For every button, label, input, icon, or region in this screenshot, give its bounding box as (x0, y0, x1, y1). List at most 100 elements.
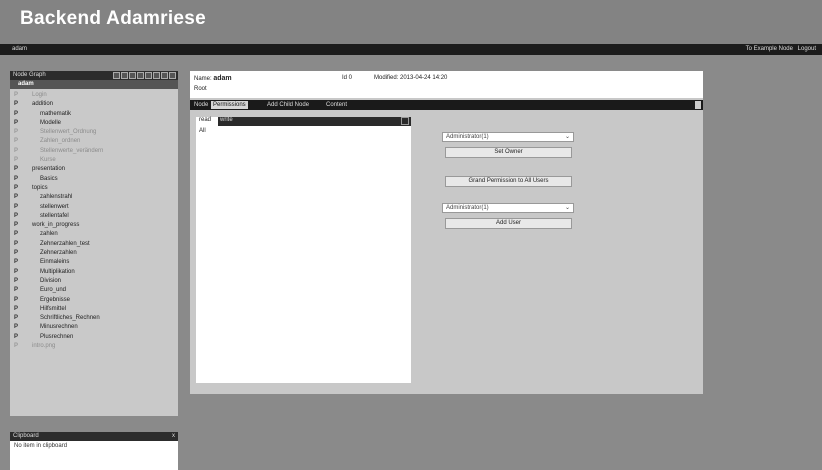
node-page-icon: P (14, 296, 19, 303)
tree-node-label: Minusrechnen (40, 324, 78, 331)
tree-node[interactable]: Pstellenwert (10, 203, 178, 212)
add-user-button[interactable]: Add User (445, 218, 572, 229)
tree-node-label: Zehnerzahlen_test (40, 240, 90, 247)
tree-node-label: Zehnerzahlen (40, 250, 77, 257)
node-page-icon: P (14, 166, 19, 173)
tree-node[interactable]: P Euro_und (10, 286, 178, 295)
tree-node-label: work_in_progress (32, 222, 80, 229)
node-page-icon: P (14, 277, 19, 284)
tree-node-label: Hilfsmittel (40, 305, 67, 312)
tab-menu-icon[interactable] (695, 101, 701, 109)
node-page-icon: P (14, 250, 19, 257)
grant-permission-button[interactable]: Grand Permission to All Users (445, 176, 572, 187)
tree-node[interactable]: Pmathematik (10, 110, 178, 119)
tree-node[interactable]: P Plusrechnen (10, 333, 178, 342)
tree-node-label: Ergebnisse (40, 296, 71, 303)
tree-node-label: intro.png (32, 343, 56, 350)
node-tree: P Login Paddition Pmathematik P Modelle P Stell… (10, 89, 178, 351)
owner-select[interactable]: Administrator(1) ⌄ (442, 132, 574, 142)
tree-tool-icon[interactable] (161, 72, 168, 79)
chevron-down-icon: ⌄ (564, 134, 570, 140)
tree-tool-icon[interactable] (121, 72, 128, 79)
chevron-down-icon: ⌄ (564, 205, 570, 211)
tree-node[interactable]: P Multiplikation (10, 268, 178, 277)
tree-tool-icon[interactable] (113, 72, 120, 79)
node-tabs: Node Permissions Add Child Node Content (190, 100, 703, 110)
tree-node-label: Multiplikation (40, 268, 75, 275)
tree-node-label: Stellenwerte_verändern (40, 147, 104, 154)
to-example-node-link[interactable]: To Example Node (746, 46, 793, 52)
tree-node[interactable]: P Login (10, 91, 178, 100)
tree-node[interactable]: P Hilfsmittel (10, 305, 178, 314)
node-page-icon: P (14, 305, 19, 312)
permissions-list: read write All (196, 117, 411, 383)
tree-node[interactable]: Ptopics (10, 184, 178, 193)
tree-tool-icon[interactable] (129, 72, 136, 79)
tree-node-label: Euro_und (40, 287, 67, 294)
close-icon[interactable] (401, 117, 409, 125)
tree-node[interactable]: P Minusrechnen (10, 323, 178, 332)
node-tree-title: Node Graph (13, 72, 46, 78)
user-select[interactable]: Administrator(1) ⌄ (442, 203, 574, 213)
node-tree-header: Node Graph (10, 71, 178, 80)
tree-tool-icon[interactable] (145, 72, 152, 79)
tree-node-label: stellentafel (40, 212, 69, 219)
node-page-icon: P (14, 324, 19, 331)
node-page-icon: P (14, 175, 19, 182)
tab-content[interactable]: Content (324, 101, 349, 109)
tree-node[interactable]: P Ergebnisse (10, 296, 178, 305)
tree-node[interactable]: Pintro.png (10, 342, 178, 351)
tree-node-label: mathematik (40, 110, 72, 117)
tree-node-label: topics (32, 184, 48, 191)
tree-node[interactable]: Pstellentafel (10, 212, 178, 221)
tree-node[interactable]: P Division (10, 277, 178, 286)
tree-root-node[interactable]: adam (10, 80, 178, 89)
tree-tool-icon[interactable] (169, 72, 176, 79)
tree-node[interactable]: Pwork_in_progress (10, 221, 178, 230)
tree-node[interactable]: P Zahlen_ordnen (10, 137, 178, 146)
node-page-icon: P (14, 231, 19, 238)
current-user: adam (12, 46, 28, 52)
node-info: Name: adam Root Id 0 Modified: 2013-04-2… (190, 71, 703, 98)
node-page-icon: P (14, 203, 19, 210)
tree-node-label: zahlenstrahl (40, 194, 73, 201)
set-owner-button[interactable]: Set Owner (445, 147, 572, 158)
tab-permissions[interactable]: Permissions (211, 101, 248, 109)
write-column-label: write (220, 117, 233, 123)
tree-node[interactable]: P Zehnerzahlen_test (10, 240, 178, 249)
tree-root-label: adam (18, 81, 34, 87)
clipboard-title: Clipboard (13, 433, 39, 439)
tree-node[interactable]: P Stellenwerte_verändern (10, 147, 178, 156)
tree-node[interactable]: P Einmaleins (10, 258, 178, 267)
tree-tool-icon[interactable] (137, 72, 144, 79)
tab-node[interactable]: Node (192, 101, 210, 109)
tree-node[interactable]: Pzahlen (10, 230, 178, 239)
tree-node[interactable]: P Basics (10, 175, 178, 184)
top-bar: adam To Example Node Logout (0, 44, 822, 55)
tree-node[interactable]: P Stellenwert_Ordnung (10, 128, 178, 137)
node-type: Root (194, 86, 207, 92)
tab-add-child-node[interactable]: Add Child Node (265, 101, 311, 109)
tree-node[interactable]: Paddition (10, 100, 178, 109)
read-column-header: read (199, 117, 212, 123)
permission-row-all[interactable]: All (199, 128, 206, 134)
tree-node[interactable]: P Zehnerzahlen (10, 249, 178, 258)
node-page-icon: P (14, 110, 19, 117)
tree-node[interactable]: Ppresentation (10, 165, 178, 174)
owner-select-value: Administrator(1) (446, 134, 489, 140)
node-name-value: adam (213, 75, 232, 82)
node-page-icon: P (14, 92, 19, 98)
tree-node[interactable]: P Kurse (10, 156, 178, 165)
tree-node-label: Login (32, 92, 47, 98)
tree-node[interactable]: P Schriftliches_Rechnen (10, 314, 178, 323)
node-page-icon: P (14, 184, 19, 191)
clipboard-header: Clipboard x (10, 432, 178, 441)
clipboard-close-icon[interactable]: x (172, 432, 175, 441)
tree-tool-icon[interactable] (153, 72, 160, 79)
tree-node[interactable]: P Modelle (10, 119, 178, 128)
app-title: Backend Adamriese (20, 8, 207, 29)
clipboard-empty-text: No item in clipboard (14, 443, 68, 449)
tree-node-label: Modelle (40, 119, 62, 126)
tree-node[interactable]: Pzahlenstrahl (10, 193, 178, 202)
logout-link[interactable]: Logout (798, 46, 816, 52)
